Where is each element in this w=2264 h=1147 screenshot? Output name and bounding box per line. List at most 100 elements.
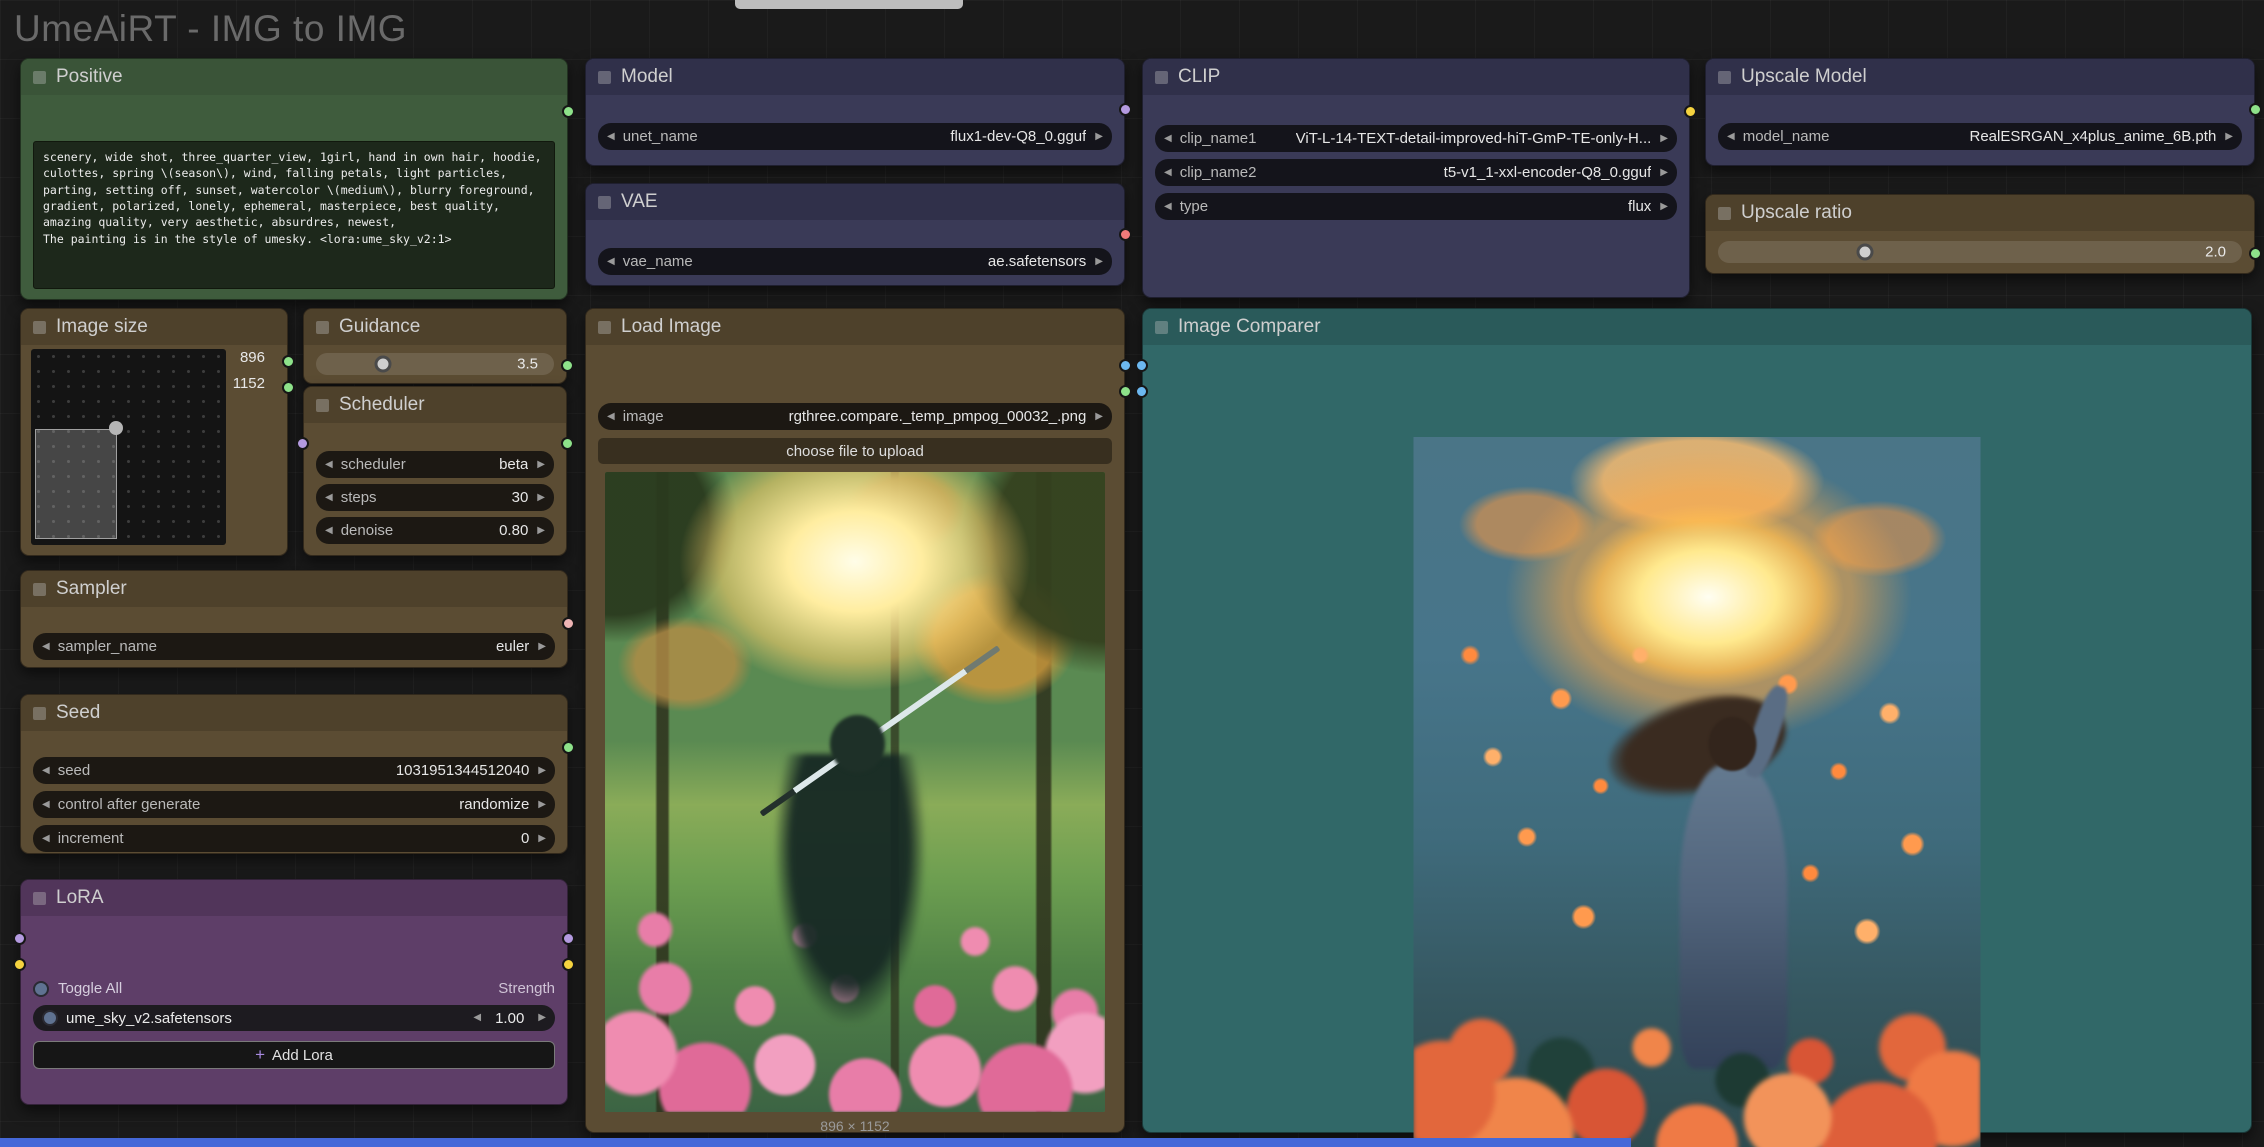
- clip-type-widget[interactable]: type flux: [1155, 193, 1677, 220]
- scheduler-widget[interactable]: scheduler beta: [316, 451, 554, 478]
- node-header[interactable]: Image size: [21, 309, 287, 345]
- collapse-icon[interactable]: [1155, 321, 1168, 334]
- arrow-right-icon[interactable]: [537, 526, 545, 536]
- arrow-left-icon[interactable]: [607, 412, 615, 422]
- collapse-icon[interactable]: [1718, 71, 1731, 84]
- arrow-left-icon[interactable]: [325, 460, 333, 470]
- arrow-left-icon[interactable]: [325, 493, 333, 503]
- arrow-left-icon[interactable]: [42, 642, 50, 652]
- image-file-widget[interactable]: image rgthree.compare._temp_pmpog_00032_…: [598, 403, 1112, 430]
- arrow-left-icon[interactable]: [607, 257, 615, 267]
- output-slot-upscale-model[interactable]: [2249, 103, 2262, 116]
- lora-item-row[interactable]: ume_sky_v2.safetensors 1.00: [33, 1005, 555, 1031]
- arrow-right-icon[interactable]: [1660, 134, 1668, 144]
- collapse-icon[interactable]: [598, 71, 611, 84]
- node-header[interactable]: Scheduler: [304, 387, 566, 423]
- collapse-icon[interactable]: [1718, 207, 1731, 220]
- node-upscale-ratio[interactable]: Upscale ratio 2.0: [1705, 194, 2255, 274]
- node-header[interactable]: Load Image: [586, 309, 1124, 345]
- node-header[interactable]: Upscale ratio: [1706, 195, 2254, 231]
- prompt-textarea[interactable]: scenery, wide shot, three_quarter_view, …: [33, 141, 555, 289]
- output-slot-sampler[interactable]: [562, 617, 575, 630]
- arrow-left-icon[interactable]: [42, 800, 50, 810]
- arrow-right-icon[interactable]: [538, 800, 546, 810]
- node-header[interactable]: Positive: [21, 59, 567, 95]
- add-lora-button[interactable]: + Add Lora: [33, 1041, 555, 1069]
- arrow-right-icon[interactable]: [1660, 202, 1668, 212]
- guidance-slider[interactable]: 3.5: [316, 353, 554, 375]
- seed-widget[interactable]: seed 1031951344512040: [33, 757, 555, 784]
- arrow-right-icon[interactable]: [1095, 257, 1103, 267]
- arrow-left-icon[interactable]: [473, 1013, 481, 1023]
- node-header[interactable]: Upscale Model: [1706, 59, 2254, 95]
- lora-item-toggle[interactable]: [42, 1010, 58, 1026]
- input-slot-image-a[interactable]: [1135, 359, 1148, 372]
- clip-name1-widget[interactable]: clip_name1 ViT-L-14-TEXT-detail-improved…: [1155, 125, 1677, 152]
- node-image-size[interactable]: Image size 896 1152: [20, 308, 288, 556]
- arrow-right-icon[interactable]: [538, 766, 546, 776]
- arrow-right-icon[interactable]: [1095, 132, 1103, 142]
- size-drag-handle[interactable]: [109, 421, 123, 435]
- upscale-model-name-widget[interactable]: model_name RealESRGAN_x4plus_anime_6B.pt…: [1718, 123, 2242, 150]
- input-slot-image-b[interactable]: [1135, 385, 1148, 398]
- arrow-right-icon[interactable]: [538, 1013, 546, 1023]
- sampler-name-widget[interactable]: sampler_name euler: [33, 633, 555, 660]
- collapse-icon[interactable]: [33, 71, 46, 84]
- node-header[interactable]: Sampler: [21, 571, 567, 607]
- collapse-icon[interactable]: [1155, 71, 1168, 84]
- clip-name2-widget[interactable]: clip_name2 t5-v1_1-xxl-encoder-Q8_0.gguf: [1155, 159, 1677, 186]
- collapse-icon[interactable]: [316, 399, 329, 412]
- output-slot-height[interactable]: [282, 381, 295, 394]
- output-slot-model[interactable]: [1119, 103, 1132, 116]
- node-load-image[interactable]: Load Image image rgthree.compare._temp_p…: [585, 308, 1125, 1133]
- node-vae[interactable]: VAE vae_name ae.safetensors: [585, 183, 1125, 286]
- arrow-left-icon[interactable]: [1727, 132, 1735, 142]
- node-positive[interactable]: Positive scenery, wide shot, three_quart…: [20, 58, 568, 300]
- node-lora[interactable]: LoRA Toggle All Strength ume_sky_v2.safe…: [20, 879, 568, 1105]
- slider-knob[interactable]: [1856, 244, 1873, 261]
- top-menu-tab[interactable]: [735, 0, 963, 9]
- upscale-ratio-slider[interactable]: 2.0: [1718, 241, 2242, 263]
- node-header[interactable]: Seed: [21, 695, 567, 731]
- arrow-left-icon[interactable]: [42, 766, 50, 776]
- collapse-icon[interactable]: [33, 892, 46, 905]
- output-slot-clip[interactable]: [1684, 105, 1697, 118]
- node-seed[interactable]: Seed seed 1031951344512040 control after…: [20, 694, 568, 854]
- node-header[interactable]: Model: [586, 59, 1124, 95]
- node-graph-canvas[interactable]: UmeAiRT - IMG to IMG Positive scenery, w…: [0, 0, 2264, 1147]
- collapse-icon[interactable]: [33, 321, 46, 334]
- compared-image[interactable]: [1414, 437, 1981, 1147]
- output-slot-model[interactable]: [562, 932, 575, 945]
- arrow-left-icon[interactable]: [1164, 168, 1172, 178]
- node-model[interactable]: Model unet_name flux1-dev-Q8_0.gguf: [585, 58, 1125, 166]
- output-slot-clip[interactable]: [562, 958, 575, 971]
- unet-name-widget[interactable]: unet_name flux1-dev-Q8_0.gguf: [598, 123, 1112, 150]
- output-slot-sigmas[interactable]: [561, 437, 574, 450]
- output-slot-ratio[interactable]: [2249, 247, 2262, 260]
- output-slot-guidance[interactable]: [561, 359, 574, 372]
- vae-name-widget[interactable]: vae_name ae.safetensors: [598, 248, 1112, 275]
- slider-knob[interactable]: [374, 356, 391, 373]
- control-after-generate-widget[interactable]: control after generate randomize: [33, 791, 555, 818]
- output-slot-mask[interactable]: [1119, 385, 1132, 398]
- node-header[interactable]: VAE: [586, 184, 1124, 220]
- steps-widget[interactable]: steps 30: [316, 484, 554, 511]
- arrow-left-icon[interactable]: [325, 526, 333, 536]
- size-preview-rect[interactable]: [35, 429, 117, 539]
- node-header[interactable]: Guidance: [304, 309, 566, 345]
- arrow-right-icon[interactable]: [1660, 168, 1668, 178]
- arrow-right-icon[interactable]: [2225, 132, 2233, 142]
- toggle-all-switch[interactable]: [33, 981, 49, 997]
- collapse-icon[interactable]: [316, 321, 329, 334]
- input-slot-scheduler[interactable]: [296, 437, 309, 450]
- arrow-left-icon[interactable]: [1164, 202, 1172, 212]
- collapse-icon[interactable]: [598, 321, 611, 334]
- output-slot-vae[interactable]: [1119, 228, 1132, 241]
- node-scheduler[interactable]: Scheduler scheduler beta steps 30 denois…: [303, 386, 567, 556]
- size-preview-canvas[interactable]: [31, 349, 226, 545]
- collapse-icon[interactable]: [33, 583, 46, 596]
- node-image-comparer[interactable]: Image Comparer: [1142, 308, 2252, 1133]
- collapse-icon[interactable]: [598, 196, 611, 209]
- node-clip[interactable]: CLIP clip_name1 ViT-L-14-TEXT-detail-imp…: [1142, 58, 1690, 298]
- denoise-widget[interactable]: denoise 0.80: [316, 517, 554, 544]
